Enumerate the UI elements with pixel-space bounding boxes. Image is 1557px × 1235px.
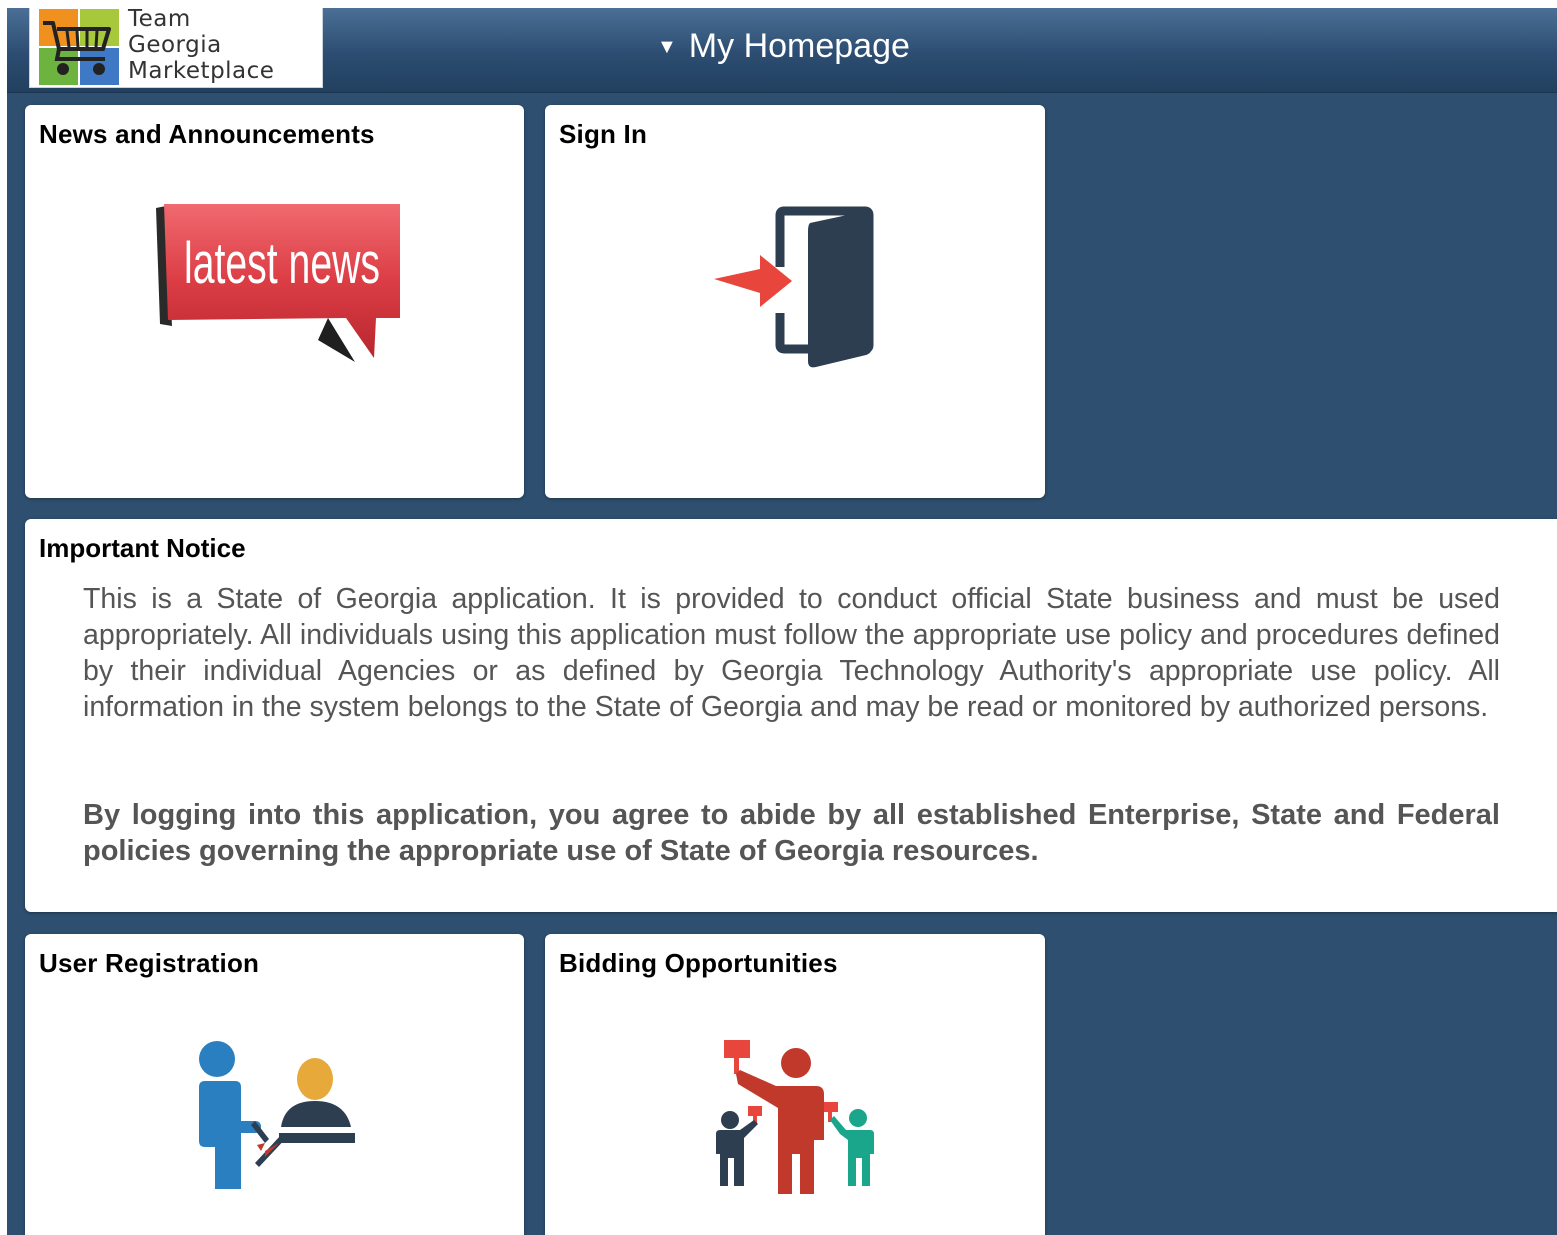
important-notice-panel: Important Notice This is a State of Geor…: [25, 519, 1557, 912]
tile-title-user-registration: User Registration: [39, 948, 260, 978]
tile-title-sign-in: Sign In: [559, 119, 648, 149]
logo-text: Team Georgia Marketplace: [128, 8, 274, 84]
homepage-selector[interactable]: ▼ My Homepage: [657, 24, 910, 68]
app-container: ▼ My Homepage Team Georgia Marketplace N…: [7, 8, 1557, 1235]
tile-news-and-announcements[interactable]: News and Announcements latest news: [25, 105, 524, 498]
notice-body: This is a State of Georgia application. …: [83, 583, 1500, 723]
latest-news-graphic-text: latest news: [184, 231, 380, 296]
team-georgia-marketplace-logo[interactable]: Team Georgia Marketplace: [29, 8, 323, 88]
tile-bidding-opportunities[interactable]: Bidding Opportunities: [545, 934, 1045, 1235]
tile-title-news: News and Announcements: [39, 119, 375, 149]
tile-title-bidding-opportunities: Bidding Opportunities: [559, 948, 838, 978]
latest-news-icon: latest news: [156, 204, 400, 362]
tile-user-registration[interactable]: User Registration: [25, 934, 524, 1235]
logo-text-team: Team: [128, 8, 191, 32]
user-registration-icon: [199, 1041, 355, 1189]
sign-in-door-icon: [714, 206, 874, 368]
homepage-title[interactable]: My Homepage: [689, 27, 910, 66]
shopping-cart-logo-icon: [39, 9, 119, 85]
page: ▼ My Homepage Team Georgia Marketplace N…: [0, 0, 1557, 1235]
logo-text-georgia: Georgia: [128, 32, 222, 58]
logo-text-marketplace: Marketplace: [128, 58, 275, 84]
notice-title: Important Notice: [39, 533, 246, 563]
tile-sign-in[interactable]: Sign In: [545, 105, 1045, 498]
bidding-opportunities-icon: [716, 1040, 874, 1194]
notice-agreement: By logging into this application, you ag…: [83, 799, 1500, 867]
caret-down-icon[interactable]: ▼: [657, 36, 677, 59]
